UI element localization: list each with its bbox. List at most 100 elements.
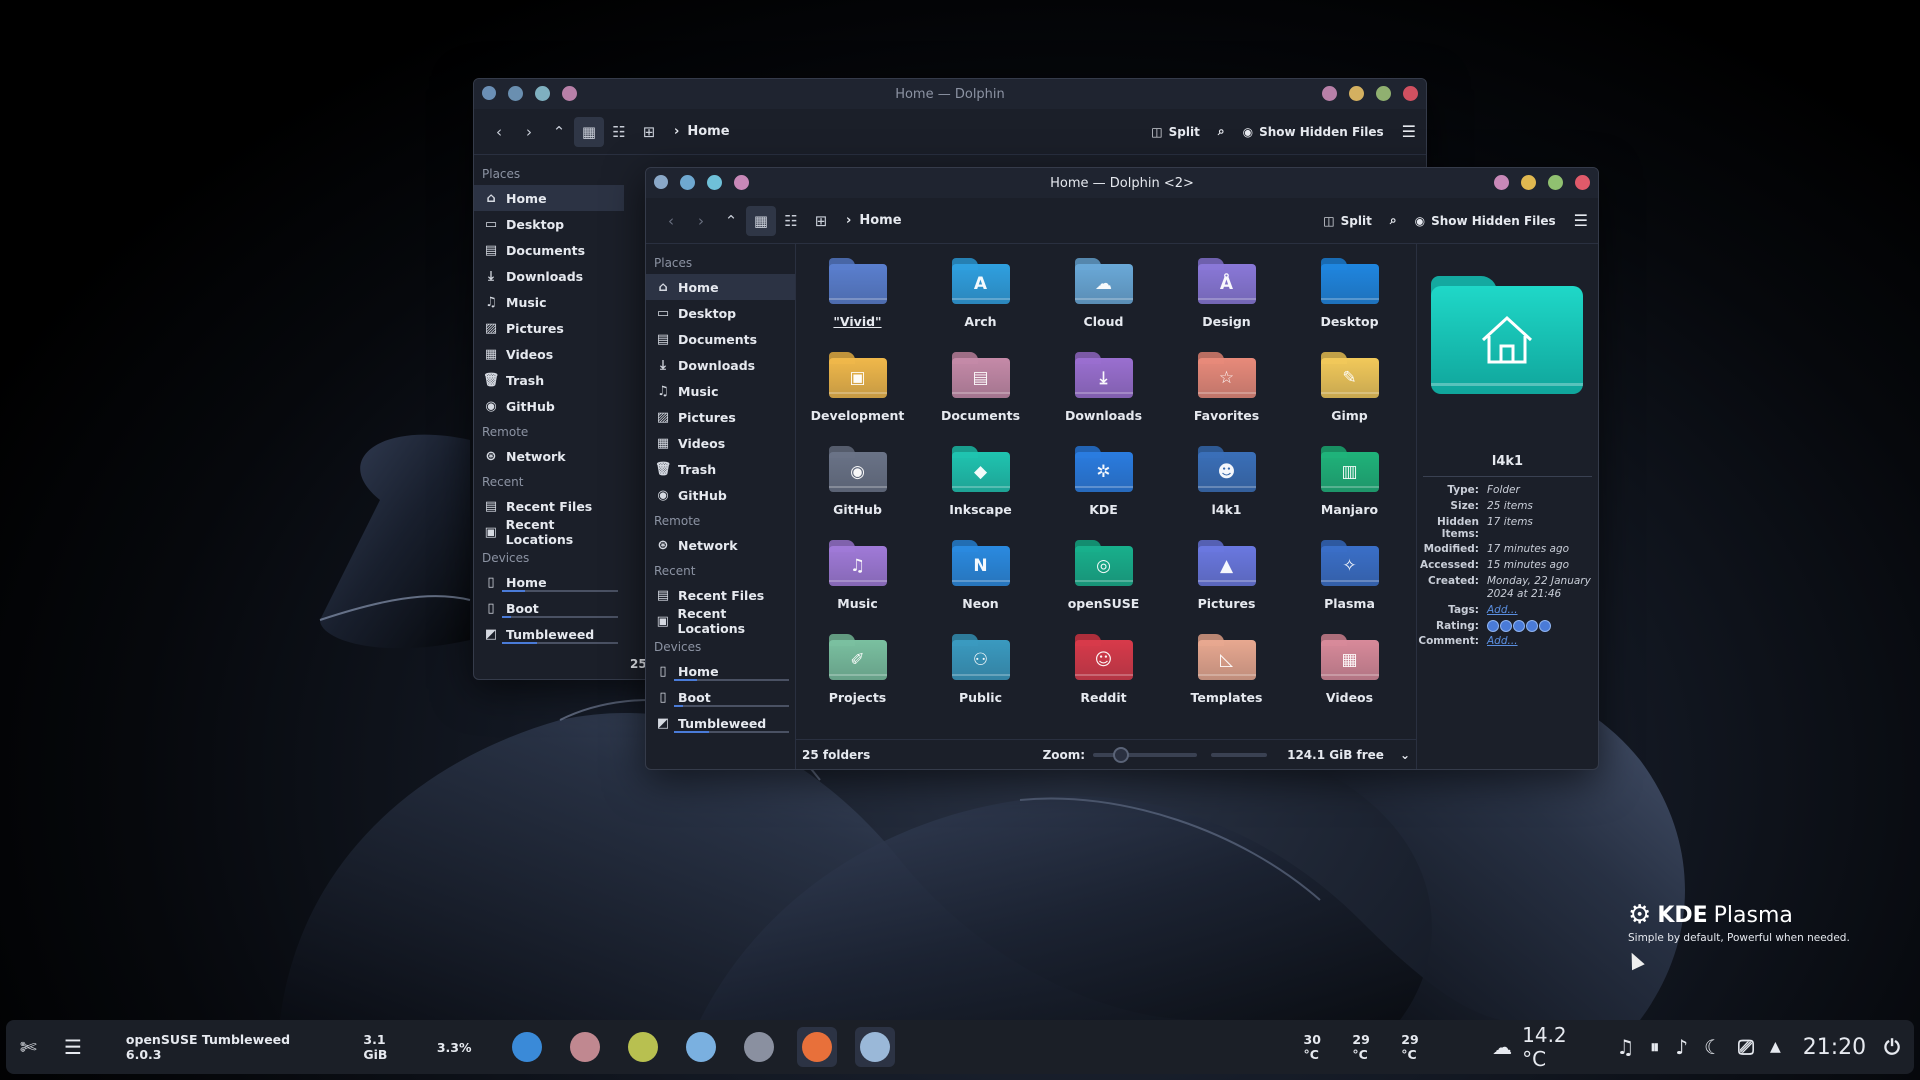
star-icon[interactable] [1513,620,1525,632]
tray-expand-icon[interactable]: ▲ [1770,1039,1781,1055]
clock[interactable]: 21:20 [1803,1035,1866,1060]
sidebar-item-network[interactable]: ⊛ Network [474,443,624,469]
star-icon[interactable] [1526,620,1538,632]
compact-view-icon[interactable]: ☷ [776,206,806,236]
folder-item[interactable]: ◆ Inkscape [919,442,1042,536]
show-hidden-files-button[interactable]: ◉ Show Hidden Files [1243,125,1384,139]
rating-stars[interactable] [1487,620,1592,632]
folder-item[interactable]: ▥ Manjaro [1288,442,1411,536]
folder-item[interactable]: ◺ Templates [1165,630,1288,724]
sidebar-item-pictures[interactable]: ▨ Pictures [474,315,624,341]
folder-item[interactable]: ☁ Cloud [1042,254,1165,348]
breadcrumb-home[interactable]: Home [859,213,901,228]
help-button[interactable] [1322,86,1337,101]
breadcrumb[interactable]: › Home [674,124,730,139]
pause-icon[interactable]: ⏸ [1650,1037,1659,1058]
folder-item[interactable]: ▤ Documents [919,348,1042,442]
sidebar-item-home[interactable]: ▯ Home [474,569,624,595]
avatar-app-icon[interactable] [565,1027,605,1067]
sidebar-item-tumbleweed[interactable]: ◩ Tumbleweed [474,621,624,647]
sidebar-item-desktop[interactable]: ▭ Desktop [646,300,795,326]
compact-view-icon[interactable]: ☷ [604,117,634,147]
shade-button[interactable] [707,175,722,190]
maximize-button[interactable] [1548,175,1563,190]
chevron-down-icon[interactable]: ⌄ [1400,748,1410,762]
split-button[interactable]: ◫ Split [1323,214,1372,228]
folder-item[interactable]: Desktop [1288,254,1411,348]
icon-view-icon[interactable]: ▦ [574,116,604,147]
star-icon[interactable] [1500,620,1512,632]
close-button[interactable] [1575,175,1590,190]
sidebar-item-home[interactable]: ▯ Home [646,658,795,684]
zoom-slider[interactable] [1093,746,1198,763]
dolphin-window-front[interactable]: Home — Dolphin <2> ‹ › ⌃ ▦ ☷ ⊞ › Home ◫ S… [645,167,1599,770]
details-view-icon[interactable]: ⊞ [634,117,664,147]
folder-item[interactable]: ☺ Reddit [1042,630,1165,724]
info-value[interactable]: Add... [1487,604,1598,617]
weather-icon[interactable]: ☁ [1492,1035,1512,1059]
settings-app-icon[interactable] [739,1027,779,1067]
zoom-slider-handle[interactable] [1113,746,1130,763]
minimize-button[interactable] [1521,175,1536,190]
sidebar-item-downloads[interactable]: ⤓ Downloads [474,263,624,289]
sidebar-item-videos[interactable]: ▦ Videos [474,341,624,367]
icon-view-icon[interactable]: ▦ [746,205,776,236]
night-light-icon[interactable]: ☾ [1704,1035,1722,1059]
window-menu-buttons[interactable] [482,86,577,101]
folder-item[interactable]: ♫ Music [796,536,919,630]
folder-item[interactable]: ▲ Pictures [1165,536,1288,630]
search-icon[interactable]: ⌕ [1218,124,1225,139]
search-icon[interactable]: ⌕ [1390,213,1397,228]
sidebar-item-tumbleweed[interactable]: ◩ Tumbleweed [646,710,795,736]
forward-arrow-icon[interactable]: › [686,206,716,236]
details-view-icon[interactable]: ⊞ [806,206,836,236]
sidebar-item-github[interactable]: ◉ GitHub [474,393,624,419]
breadcrumb-home[interactable]: Home [687,124,729,139]
titlebar[interactable]: Home — Dolphin <2> [646,168,1598,198]
window-menu-buttons[interactable] [654,175,749,190]
window-controls[interactable] [1494,175,1590,190]
sidebar-item-boot[interactable]: ▯ Boot [646,684,795,710]
sidebar-item-videos[interactable]: ▦ Videos [646,430,795,456]
star-icon[interactable] [1487,620,1499,632]
back-arrow-icon[interactable]: ‹ [484,117,514,147]
sidebar-item-trash[interactable]: 🗑 Trash [646,456,795,482]
keep-above-button[interactable] [508,86,523,101]
sidebar-item-trash[interactable]: 🗑 Trash [474,367,624,393]
firefox-app-icon[interactable] [796,1027,837,1067]
sidebar-item-recent-files[interactable]: ▤ Recent Files [646,582,795,608]
close-button[interactable] [1403,86,1418,101]
app-menu-icon[interactable] [482,86,496,100]
sidebar-item-github[interactable]: ◉ GitHub [646,482,795,508]
sidebar-item-documents[interactable]: ▤ Documents [646,326,795,352]
shade-button[interactable] [535,86,550,101]
monitor-app-icon[interactable] [507,1027,547,1067]
sidebar-item-recent-locations[interactable]: ▣ Recent Locations [474,517,624,547]
sidebar-item-music[interactable]: ♫ Music [646,378,795,404]
volume-icon[interactable]: ♪ [1675,1035,1688,1059]
dolphin-app-icon[interactable] [854,1027,895,1067]
sidebar-item-home[interactable]: ⌂ Home [474,185,624,211]
back-arrow-icon[interactable]: ‹ [656,206,686,236]
forward-arrow-icon[interactable]: › [514,117,544,147]
gecko-app-icon[interactable] [623,1027,663,1067]
pin-button[interactable] [562,86,577,101]
sidebar-item-home[interactable]: ⌂ Home [646,274,795,300]
folder-item[interactable]: ▣ Development [796,348,919,442]
show-hidden-files-button[interactable]: ◉ Show Hidden Files [1415,214,1556,228]
pin-button[interactable] [734,175,749,190]
sidebar-item-recent-files[interactable]: ▤ Recent Files [474,493,624,519]
folder-item[interactable]: "Vivid" [796,254,919,348]
up-arrow-icon[interactable]: ⌃ [544,117,574,147]
folder-item[interactable]: ✐ Projects [796,630,919,724]
folder-item[interactable]: ✲ KDE [1042,442,1165,536]
sidebar-item-documents[interactable]: ▤ Documents [474,237,624,263]
sidebar-item-desktop[interactable]: ▭ Desktop [474,211,624,237]
sidebar-item-recent-locations[interactable]: ▣ Recent Locations [646,606,795,636]
folder-item[interactable]: ▦ Videos [1288,630,1411,724]
breadcrumb[interactable]: › Home [846,213,902,228]
info-value[interactable]: Add... [1487,635,1598,648]
hamburger-menu-icon[interactable]: ☰ [1402,122,1416,141]
folder-item[interactable]: ◉ GitHub [796,442,919,536]
minimize-button[interactable] [1349,86,1364,101]
